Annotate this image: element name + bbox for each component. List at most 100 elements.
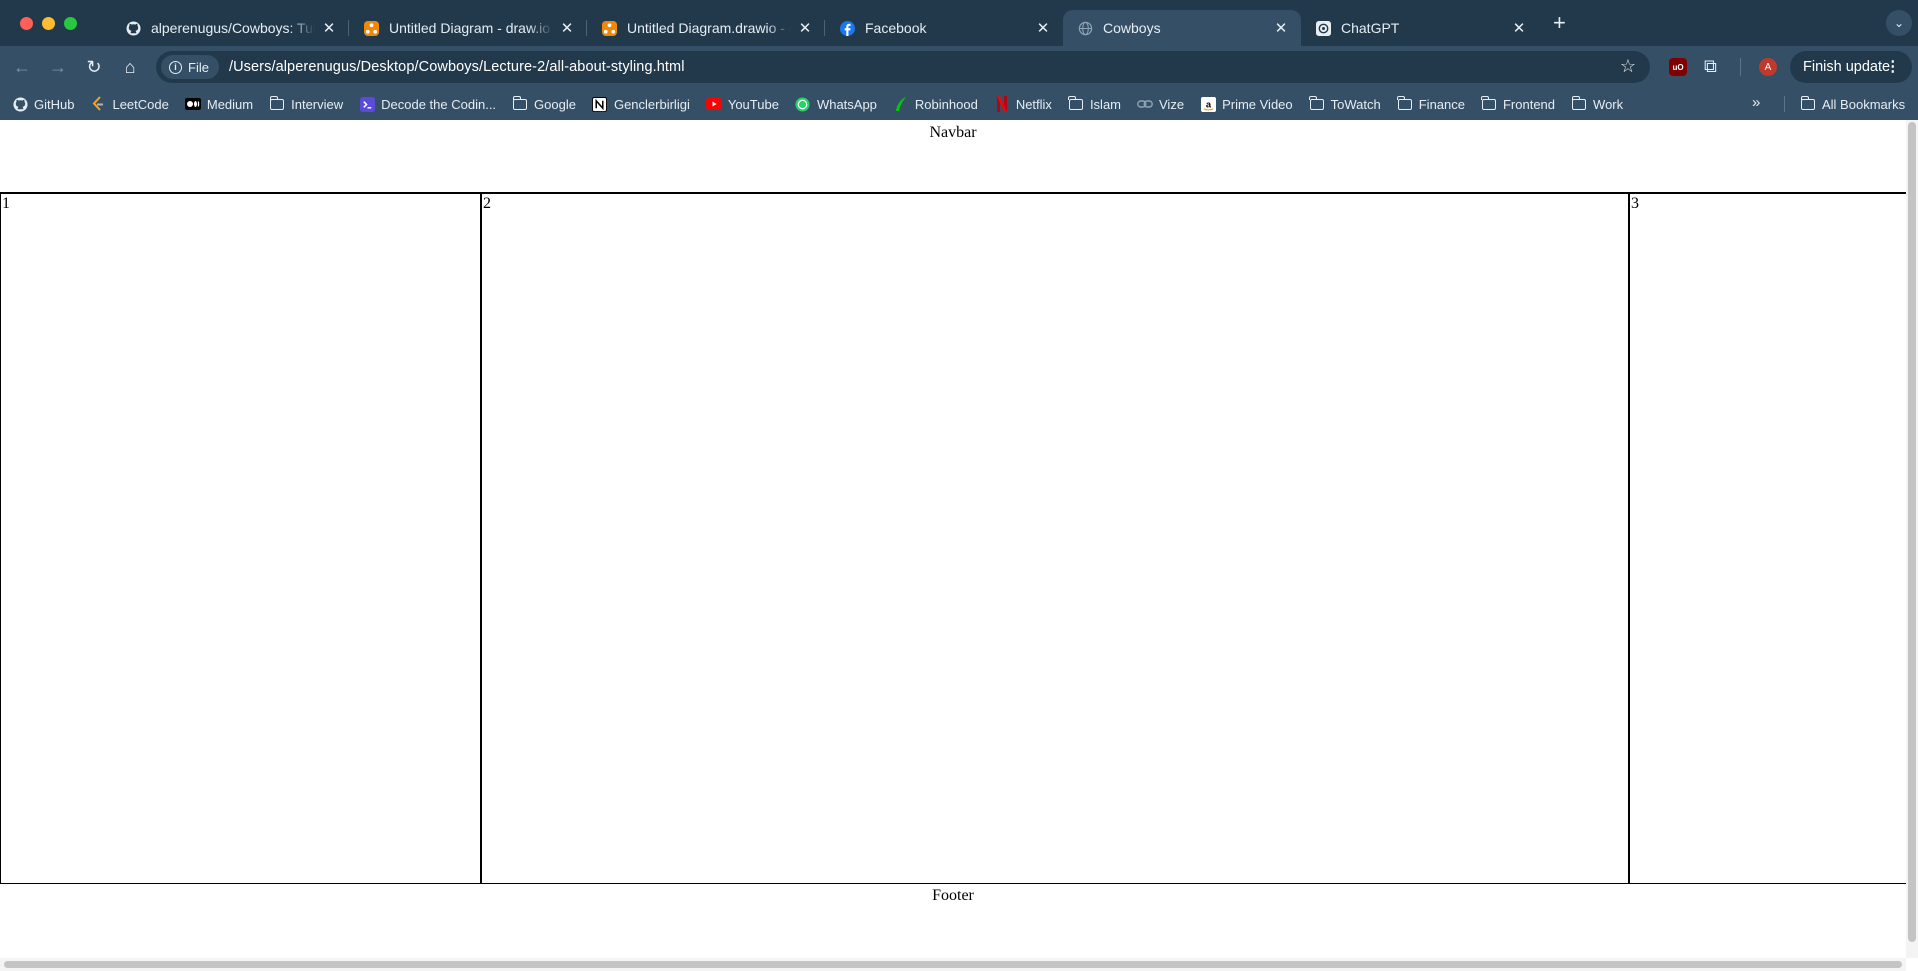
close-tab-icon[interactable]: ✕ [1035, 19, 1051, 37]
ublock-extension-icon[interactable]: uO [1669, 58, 1687, 76]
bookmark-label: Prime Video [1222, 96, 1293, 112]
site-info-chip[interactable]: i File [161, 55, 219, 79]
close-tab-icon[interactable]: ✕ [559, 19, 575, 37]
maximize-window-button[interactable] [64, 16, 77, 30]
more-bookmarks-chevron-icon[interactable]: » [1752, 94, 1760, 111]
column-1-text: 1 [2, 195, 10, 212]
tab-title: Cowboys [1103, 20, 1161, 36]
back-arrow-icon[interactable]: ← [4, 57, 40, 78]
bookmark-medium[interactable]: Medium [184, 96, 254, 112]
column-2: 2 [480, 194, 1630, 884]
leetcode-icon [90, 96, 106, 112]
more-menu-icon[interactable]: ⋮ [1886, 59, 1901, 75]
tab-strip: alperenugus/Cowboys: Tutorial ✕ Untitled… [0, 0, 1918, 46]
github-icon [12, 96, 28, 112]
drawio-icon [601, 20, 617, 36]
bookmark-genclerbirligi[interactable]: Genclerbirligi [592, 96, 690, 112]
tab-chatgpt[interactable]: ChatGPT ✕ [1301, 10, 1539, 46]
bookmark-label: Islam [1089, 96, 1121, 112]
folder-icon [1068, 95, 1084, 112]
reload-icon[interactable]: ↻ [76, 57, 112, 78]
bookmark-folder-google[interactable]: Google [512, 95, 576, 112]
column-3: 3 [1630, 194, 1906, 884]
bookmark-netflix[interactable]: Netflix [994, 96, 1052, 112]
bookmark-label: Robinhood [914, 96, 978, 112]
bookmark-folder-finance[interactable]: Finance [1397, 95, 1465, 112]
bookmark-folder-frontend[interactable]: Frontend [1481, 95, 1555, 112]
link-icon [1137, 96, 1153, 112]
tab-drawio[interactable]: Untitled Diagram - draw.io ✕ [348, 10, 587, 46]
bookmark-folder-interview[interactable]: Interview [269, 95, 344, 112]
all-bookmarks-button[interactable]: All Bookmarks [1800, 95, 1906, 112]
bookmark-vize[interactable]: Vize [1137, 96, 1184, 112]
tab-search-chevron-icon[interactable]: ⌄ [1886, 10, 1912, 36]
bookmark-star-icon[interactable]: ☆ [1620, 56, 1636, 77]
bookmark-robinhood[interactable]: Robinhood [893, 96, 978, 112]
column-2-text: 2 [483, 195, 491, 212]
close-tab-icon[interactable]: ✕ [1273, 19, 1289, 37]
bookmark-label: Genclerbirligi [613, 96, 690, 112]
column-1: 1 [0, 194, 480, 884]
vertical-scroll-thumb[interactable] [1908, 122, 1916, 942]
address-bar[interactable]: i File /Users/alperenugus/Desktop/Cowboy… [156, 51, 1650, 83]
tab-title: ChatGPT [1341, 20, 1400, 36]
extensions-puzzle-icon[interactable]: ⧉ [1704, 56, 1717, 77]
home-icon[interactable]: ⌂ [112, 57, 148, 78]
page-viewport: Navbar 1 2 3 Footer [0, 120, 1906, 958]
info-icon: i [169, 60, 182, 74]
folder-icon [269, 95, 285, 112]
vertical-scrollbar[interactable] [1906, 120, 1918, 958]
amazon-icon: a [1200, 96, 1216, 112]
robinhood-icon [893, 96, 909, 112]
bookmarks-divider [1784, 96, 1785, 112]
folder-icon [1571, 95, 1587, 112]
youtube-icon [705, 96, 722, 112]
bookmark-label: Work [1593, 96, 1624, 112]
bookmark-label: Google [534, 96, 576, 112]
bookmark-label: Netflix [1015, 96, 1052, 112]
github-icon [125, 20, 141, 36]
close-tab-icon[interactable]: ✕ [797, 19, 813, 37]
tab-cowboys[interactable]: Cowboys ✕ [1063, 10, 1301, 46]
all-bookmarks-label: All Bookmarks [1822, 96, 1906, 112]
horizontal-scrollbar[interactable] [0, 958, 1906, 971]
tab-title: alperenugus/Cowboys: Tutorial [151, 20, 315, 36]
profile-avatar[interactable]: A [1759, 58, 1777, 76]
bookmark-label: Finance [1418, 96, 1465, 112]
finish-update-button[interactable]: Finish update ⋮ [1790, 51, 1912, 83]
close-tab-icon[interactable]: ✕ [1511, 19, 1527, 37]
url-text[interactable]: /Users/alperenugus/Desktop/Cowboys/Lectu… [229, 59, 685, 75]
browser-toolbar: ← → ↻ ⌂ i File /Users/alperenugus/Deskto… [0, 46, 1918, 88]
folder-icon [512, 95, 528, 112]
navbar-text: Navbar [929, 124, 977, 141]
new-tab-button[interactable]: + [1553, 12, 1566, 34]
bookmark-github[interactable]: GitHub [12, 96, 74, 112]
tab-title: Untitled Diagram.drawio - draw.io [627, 20, 791, 36]
horizontal-scroll-thumb[interactable] [4, 961, 1902, 968]
bookmark-label: ToWatch [1330, 96, 1381, 112]
bookmark-prime-video[interactable]: a Prime Video [1200, 96, 1293, 112]
bookmark-label: Medium [206, 96, 254, 112]
close-window-button[interactable] [20, 16, 33, 30]
tab-facebook[interactable]: Facebook ✕ [824, 10, 1063, 46]
minimize-window-button[interactable] [42, 16, 55, 30]
bookmark-folder-towatch[interactable]: ToWatch [1309, 95, 1381, 112]
bookmark-folder-work[interactable]: Work [1571, 95, 1624, 112]
notion-icon [592, 96, 608, 112]
tab-title: Untitled Diagram - draw.io [389, 20, 551, 36]
close-tab-icon[interactable]: ✕ [321, 19, 337, 37]
bookmark-folder-islam[interactable]: Islam [1068, 95, 1121, 112]
footer-text: Footer [932, 887, 974, 904]
bookmark-youtube[interactable]: YouTube [705, 96, 779, 112]
bookmarks-bar: GitHub LeetCode Medium Interview Decode … [0, 88, 1918, 120]
tab-github[interactable]: alperenugus/Cowboys: Tutorial ✕ [111, 10, 349, 46]
bookmark-decode[interactable]: Decode the Codin... [359, 96, 496, 112]
tab-drawio-file[interactable]: Untitled Diagram.drawio - draw.io ✕ [586, 10, 825, 46]
bookmark-label: Interview [291, 96, 344, 112]
bookmark-whatsapp[interactable]: WhatsApp [795, 96, 877, 112]
forward-arrow-icon[interactable]: → [40, 57, 76, 78]
drawio-icon [363, 20, 379, 36]
bookmark-leetcode[interactable]: LeetCode [90, 96, 169, 112]
folder-icon [1397, 95, 1413, 112]
tab-title: Facebook [865, 20, 927, 36]
